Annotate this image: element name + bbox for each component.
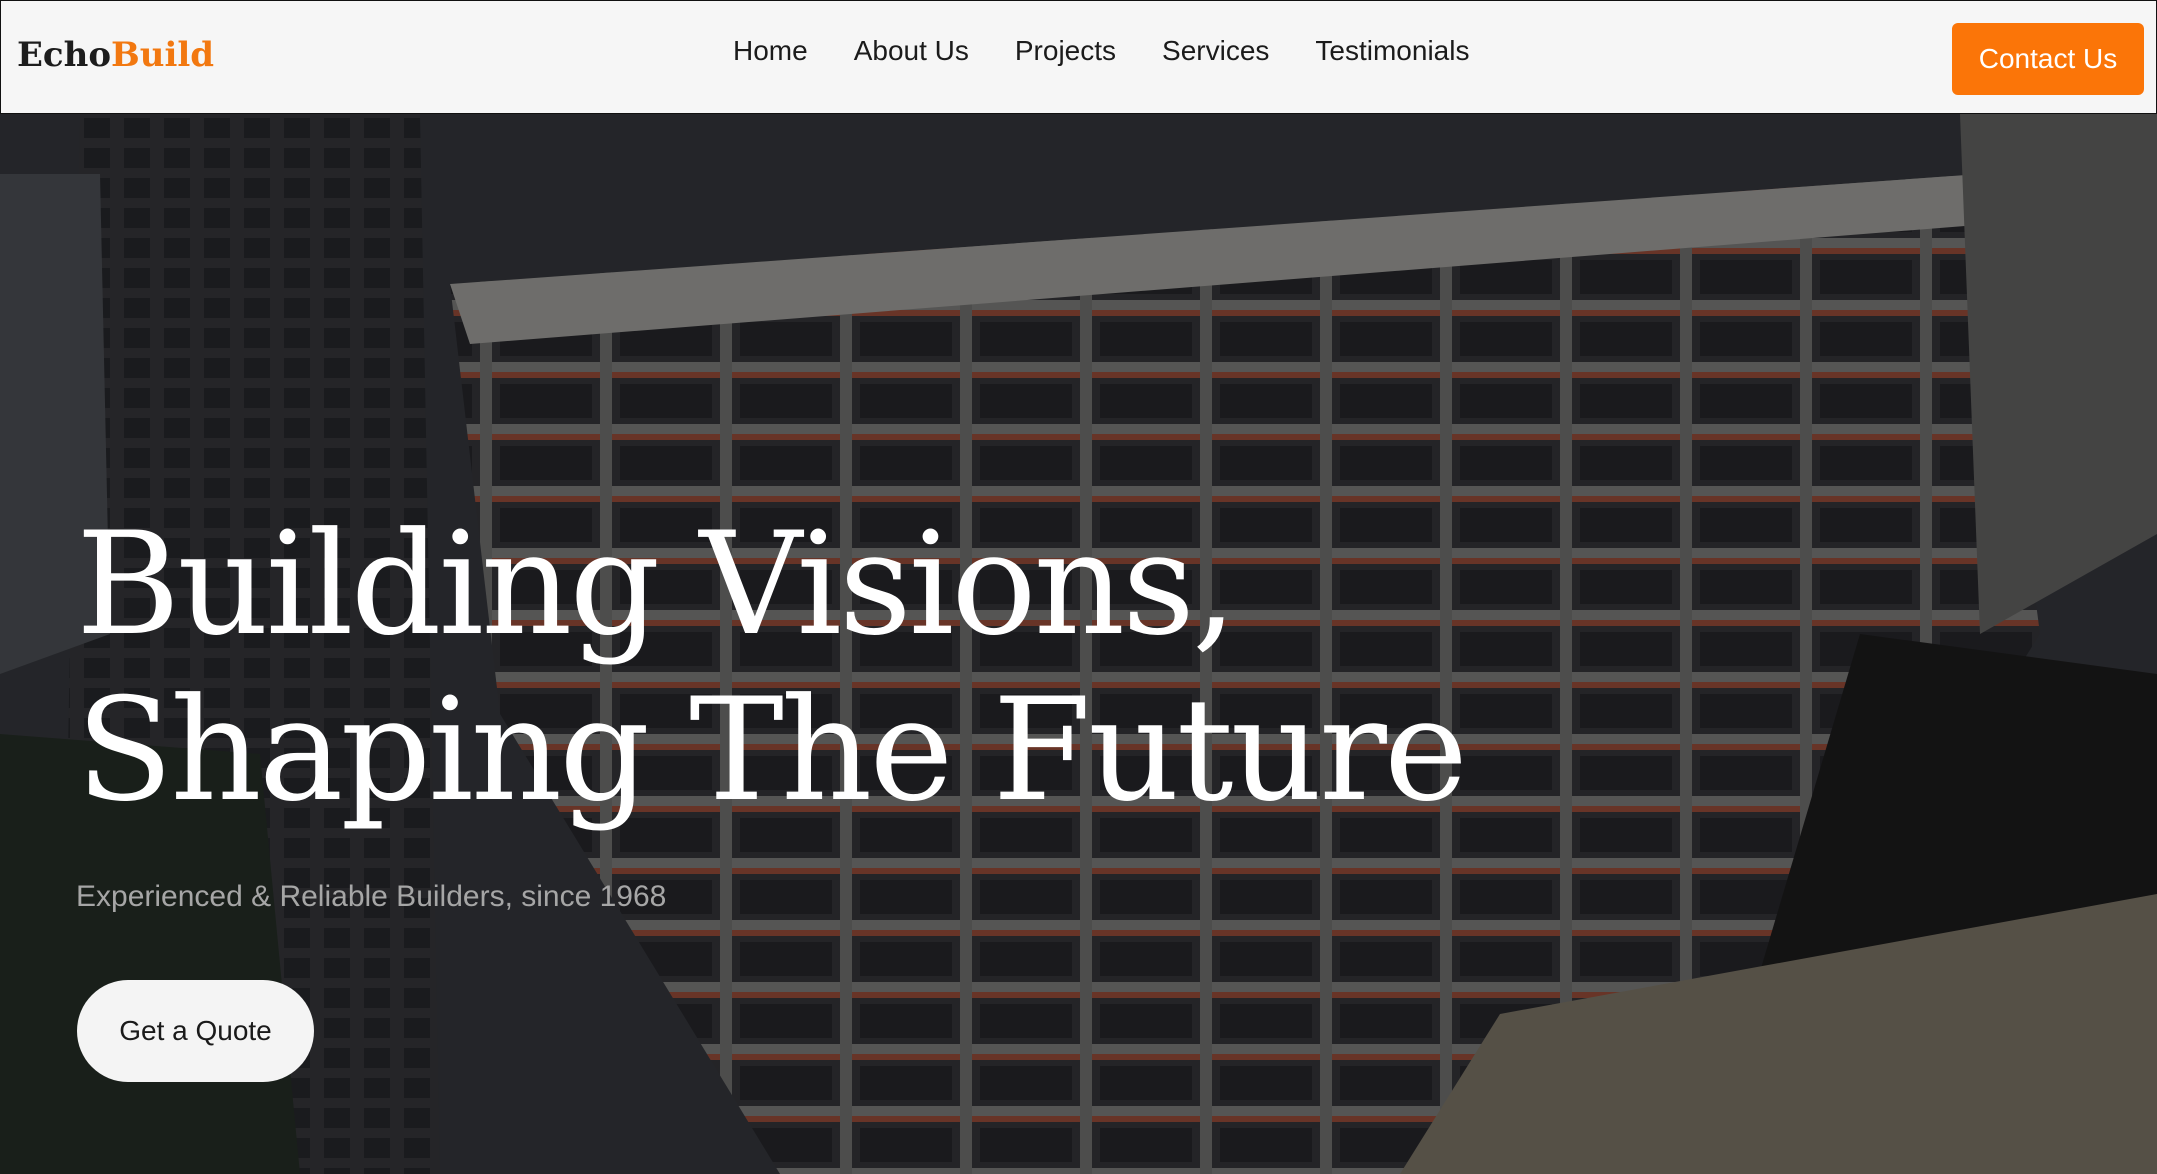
- hero-section: Building Visions, Shaping The Future Exp…: [0, 114, 2157, 1174]
- top-navbar: EchoBuild Home About Us Projects Service…: [0, 0, 2157, 114]
- hero-headline-line2: Shaping The Future: [76, 668, 1468, 833]
- nav-link-testimonials[interactable]: Testimonials: [1315, 35, 1469, 67]
- hero-headline-line1: Building Visions,: [76, 502, 1237, 667]
- contact-us-button[interactable]: Contact Us: [1952, 23, 2144, 95]
- brand-name-part2: Build: [111, 35, 215, 75]
- hero-headline: Building Visions, Shaping The Future: [76, 502, 1468, 834]
- nav-link-projects[interactable]: Projects: [1015, 35, 1116, 67]
- brand-logo[interactable]: EchoBuild: [17, 35, 214, 75]
- hero-subtitle: Experienced & Reliable Builders, since 1…: [76, 880, 667, 913]
- nav-link-services[interactable]: Services: [1162, 35, 1269, 67]
- get-a-quote-button[interactable]: Get a Quote: [77, 980, 314, 1082]
- nav-link-about-us[interactable]: About Us: [854, 35, 969, 67]
- nav-link-home[interactable]: Home: [733, 35, 808, 67]
- main-nav: Home About Us Projects Services Testimon…: [733, 35, 1515, 67]
- brand-name-part1: Echo: [17, 35, 112, 75]
